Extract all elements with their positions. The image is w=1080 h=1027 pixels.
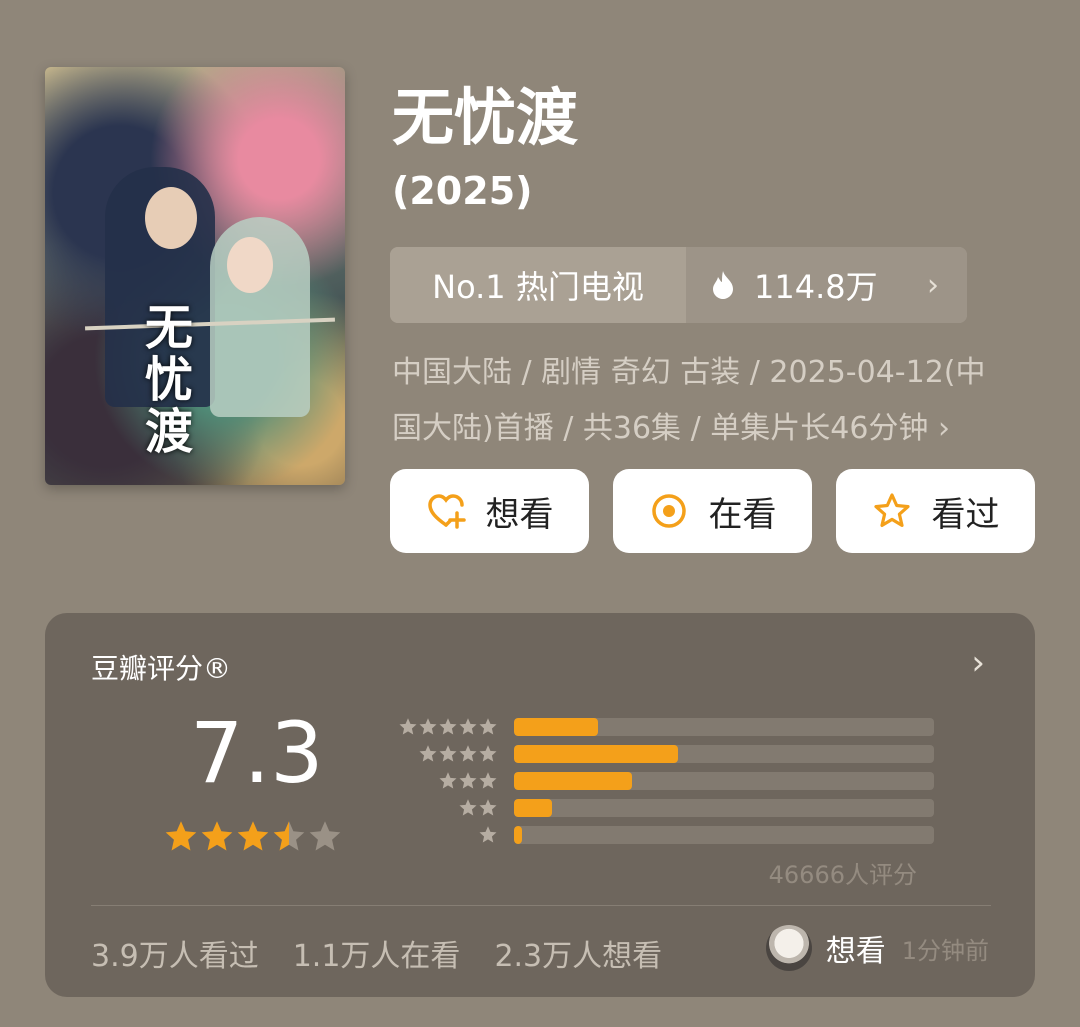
small-star-icon — [419, 744, 437, 761]
watched-label: 看过 — [931, 494, 1000, 535]
distribution-track — [514, 825, 934, 844]
rank-bar[interactable]: No.1 热门电视 114.8万 › — [390, 247, 967, 323]
poster-face-female — [227, 237, 273, 293]
avatar[interactable] — [765, 925, 812, 971]
small-star-icon — [459, 717, 477, 734]
meta-info[interactable]: 中国大陆 / 剧情 奇幻 古装 / 2025-04-12(中 国大陆)首播 / … — [392, 345, 1032, 457]
small-star-icon — [459, 744, 477, 761]
chevron-right-icon[interactable]: › — [971, 643, 985, 683]
watching-button[interactable]: 在看 — [613, 469, 812, 553]
distribution-track — [514, 771, 934, 790]
watching-label: 在看 — [708, 494, 777, 535]
small-star-icon — [399, 717, 417, 734]
rating-card[interactable]: 豆瓣评分® › 7.3 46666人评分 3.9万人看过 1.1万人在看 2.3… — [45, 613, 1035, 997]
score-star-icon — [237, 821, 269, 851]
distribution-row-5-star — [378, 713, 934, 740]
distribution-stars — [378, 825, 498, 845]
watched-count: 3.9万人看过 — [91, 939, 259, 974]
distribution-bar-1-star — [514, 825, 523, 844]
distribution-track — [514, 744, 934, 763]
watched-button[interactable]: 看过 — [836, 469, 1035, 553]
target-circle-icon — [649, 491, 689, 531]
poster-face-male — [145, 187, 197, 249]
rating-count: 46666人评分 — [768, 861, 917, 889]
rating-distribution — [378, 713, 934, 848]
latest-activity[interactable]: 想看 1分钟前 — [765, 925, 989, 971]
poster-title-calligraphy: 无忧渡 — [145, 300, 194, 460]
score-star-icon — [309, 821, 341, 851]
small-star-icon — [479, 771, 497, 788]
rank-label[interactable]: No.1 热门电视 — [390, 247, 686, 323]
distribution-stars — [378, 771, 498, 791]
poster-image[interactable]: 无忧渡 — [45, 67, 345, 485]
heart-plus-icon — [426, 491, 466, 531]
distribution-stars — [378, 798, 498, 818]
small-star-icon — [479, 744, 497, 761]
want-to-watch-label: 想看 — [485, 494, 554, 535]
watch-stats: 3.9万人看过 1.1万人在看 2.3万人想看 — [91, 931, 662, 975]
distribution-bar-5-star — [514, 717, 598, 736]
watching-count: 1.1万人在看 — [292, 939, 461, 974]
distribution-bar-4-star — [514, 744, 678, 763]
heat-section[interactable]: 114.8万 › — [686, 247, 967, 323]
small-star-icon — [439, 717, 457, 734]
heat-value: 114.8万 — [754, 268, 878, 306]
release-year: (2025) — [392, 169, 533, 213]
rating-score: 7.3 — [190, 704, 324, 802]
score-star-icon — [201, 821, 233, 851]
star-outline-icon — [872, 491, 912, 531]
distribution-track — [514, 798, 934, 817]
small-star-icon — [479, 798, 497, 815]
rating-title: 豆瓣评分® — [91, 652, 232, 685]
latest-action: 想看 — [825, 934, 886, 969]
distribution-stars — [378, 717, 498, 737]
score-star-icon — [165, 821, 197, 851]
distribution-row-1-star — [378, 821, 934, 848]
small-star-icon — [439, 771, 457, 788]
distribution-track — [514, 717, 934, 736]
small-star-icon — [479, 825, 497, 842]
page-title: 无忧渡 — [392, 81, 579, 154]
score-stars — [163, 819, 343, 855]
distribution-stars — [378, 744, 498, 764]
small-star-icon — [479, 717, 497, 734]
action-buttons: 想看 在看 看过 — [390, 469, 1035, 553]
small-star-icon — [419, 717, 437, 734]
distribution-bar-2-star — [514, 798, 552, 817]
divider — [91, 905, 991, 906]
score-star-icon — [273, 821, 305, 851]
want-to-watch-button[interactable]: 想看 — [390, 469, 589, 553]
flame-icon — [713, 271, 733, 299]
distribution-row-2-star — [378, 794, 934, 821]
meta-line-1: 中国大陆 / 剧情 奇幻 古装 / 2025-04-12(中 — [392, 355, 986, 390]
distribution-row-3-star — [378, 767, 934, 794]
small-star-icon — [439, 744, 457, 761]
distribution-row-4-star — [378, 740, 934, 767]
chevron-right-icon: › — [927, 267, 939, 303]
small-star-icon — [459, 771, 477, 788]
small-star-icon — [459, 798, 477, 815]
want-count: 2.3万人想看 — [494, 939, 663, 974]
distribution-bar-3-star — [514, 771, 632, 790]
latest-time: 1分钟前 — [901, 936, 989, 965]
meta-line-2: 国大陆)首播 / 共36集 / 单集片长46分钟 › — [392, 411, 950, 446]
